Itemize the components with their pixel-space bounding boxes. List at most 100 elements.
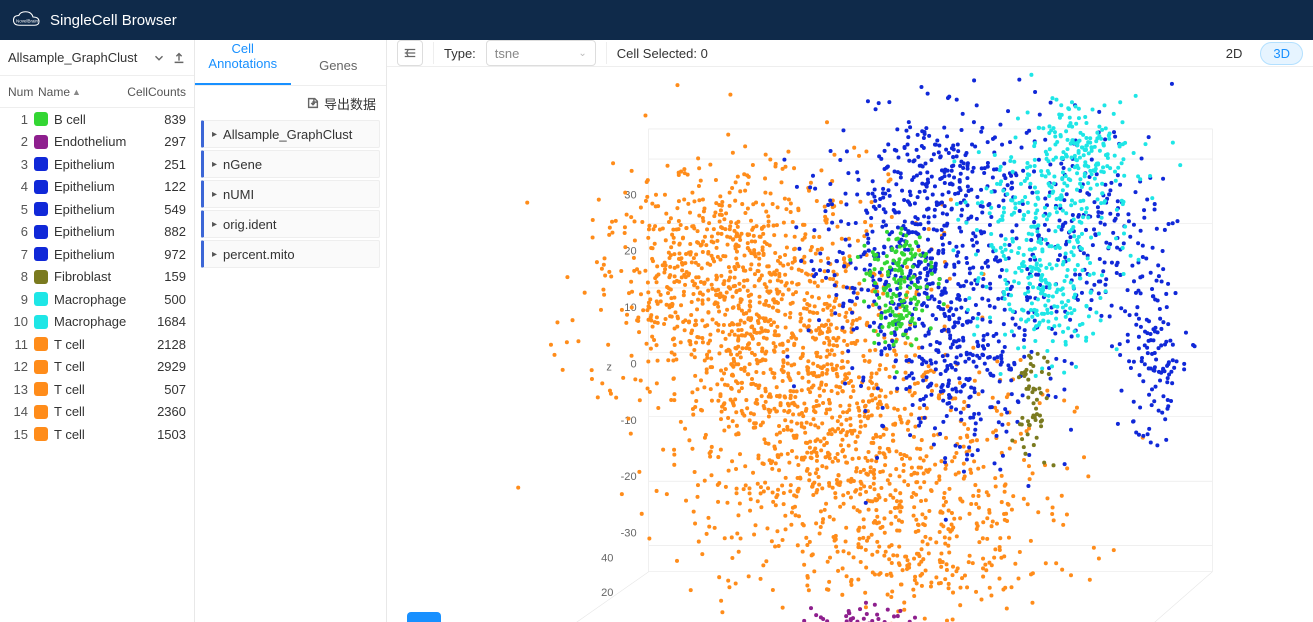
cluster-color-swatch (34, 360, 48, 374)
cluster-name: Epithelium (54, 247, 130, 262)
cluster-name: Macrophage (54, 314, 130, 329)
scatter-3d-plot[interactable]: 3020100-10-20-30z40200x (387, 67, 1313, 622)
sort-asc-icon: ▲ (72, 87, 81, 97)
col-num[interactable]: Num (8, 85, 38, 99)
cloud-logo-icon: NovelBrain (12, 8, 42, 32)
cluster-num: 3 (8, 157, 34, 172)
caret-right-icon: ▸ (212, 189, 217, 200)
cluster-row[interactable]: 12 T cell 2929 (0, 356, 194, 379)
app-logo: NovelBrain SingleCell Browser (12, 8, 177, 32)
cluster-row[interactable]: 1 B cell 839 (0, 108, 194, 131)
cluster-name: Epithelium (54, 224, 130, 239)
cluster-count: 882 (130, 224, 186, 239)
annotation-label: nUMI (223, 187, 254, 202)
cluster-num: 13 (8, 382, 34, 397)
export-icon (306, 96, 320, 110)
tab-cell-annotations[interactable]: Cell Annotations (195, 40, 291, 85)
cluster-count: 2128 (130, 337, 186, 352)
dimension-toggle: 2D 3D (1214, 42, 1303, 65)
plot-panel: Type: tsne ⌄ Cell Selected: 0 2D 3D 3020… (387, 40, 1313, 622)
caret-right-icon: ▸ (212, 249, 217, 260)
toolbar-separator (433, 42, 434, 64)
annotation-item[interactable]: ▸ Allsample_GraphClust (201, 120, 380, 148)
cluster-num: 5 (8, 202, 34, 217)
dim-3d-button[interactable]: 3D (1260, 42, 1303, 65)
cluster-count: 972 (130, 247, 186, 262)
cluster-color-swatch (34, 247, 48, 261)
chevron-down-icon[interactable] (152, 51, 166, 65)
cluster-row[interactable]: 4 Epithelium 122 (0, 176, 194, 199)
cluster-color-swatch (34, 270, 48, 284)
toolbar-separator (606, 42, 607, 64)
panel-collapse-button[interactable] (397, 40, 423, 66)
annotation-item[interactable]: ▸ nUMI (201, 180, 380, 208)
tab-genes[interactable]: Genes (291, 46, 387, 85)
upload-icon[interactable] (172, 51, 186, 65)
annotation-item[interactable]: ▸orig.ident (201, 210, 380, 238)
cluster-num: 11 (8, 337, 34, 352)
caret-right-icon: ▸ (212, 159, 217, 170)
cluster-num: 15 (8, 427, 34, 442)
caret-right-icon: ▸ (212, 219, 217, 230)
cluster-num: 2 (8, 134, 34, 149)
cluster-color-swatch (34, 405, 48, 419)
cluster-color-swatch (34, 337, 48, 351)
app-header: NovelBrain SingleCell Browser (0, 0, 1313, 40)
cluster-name: T cell (54, 337, 130, 352)
cluster-num: 1 (8, 112, 34, 127)
cluster-name: T cell (54, 382, 130, 397)
svg-text:40: 40 (601, 553, 613, 565)
cluster-row[interactable]: 9 Macrophage 500 (0, 288, 194, 311)
annotation-list: ▸ Allsample_GraphClust ▸ nGene ▸ nUMI ▸orig.id… (195, 120, 386, 622)
cluster-row[interactable]: 6 Epithelium 882 (0, 221, 194, 244)
cluster-row[interactable]: 10 Macrophage 1684 (0, 311, 194, 334)
cluster-num: 8 (8, 269, 34, 284)
cluster-num: 6 (8, 224, 34, 239)
scroll-top-button[interactable] (407, 612, 441, 622)
cluster-row[interactable]: 8 Fibroblast 159 (0, 266, 194, 289)
cluster-row[interactable]: 3 Epithelium 251 (0, 153, 194, 176)
cluster-row[interactable]: 2 Endothelium 297 (0, 131, 194, 154)
cluster-row[interactable]: 13 T cell 507 (0, 378, 194, 401)
dataset-selector-row: Allsample_GraphClust (0, 40, 194, 76)
cluster-row[interactable]: 14 T cell 2360 (0, 401, 194, 424)
caret-right-icon: ▸ (212, 129, 217, 140)
cluster-color-swatch (34, 382, 48, 396)
cell-selected-label: Cell Selected: 0 (617, 46, 708, 61)
dataset-name: Allsample_GraphClust (8, 50, 146, 65)
svg-text:z: z (606, 361, 612, 373)
cluster-row[interactable]: 15 T cell 1503 (0, 423, 194, 446)
cluster-count: 2360 (130, 404, 186, 419)
svg-text:0: 0 (630, 358, 636, 370)
cluster-row[interactable]: 11 T cell 2128 (0, 333, 194, 356)
annotation-label: nGene (223, 157, 262, 172)
export-data-row[interactable]: 导出数据 (195, 86, 386, 120)
cluster-row[interactable]: 5 Epithelium 549 (0, 198, 194, 221)
cluster-num: 7 (8, 247, 34, 262)
cluster-count: 251 (130, 157, 186, 172)
svg-text:-20: -20 (621, 471, 637, 483)
cluster-color-swatch (34, 112, 48, 126)
col-cellcounts[interactable]: CellCounts (126, 85, 186, 99)
cluster-color-swatch (34, 135, 48, 149)
cluster-num: 4 (8, 179, 34, 194)
type-select[interactable]: tsne ⌄ (486, 40, 596, 66)
cluster-count: 839 (130, 112, 186, 127)
export-label: 导出数据 (324, 94, 376, 113)
annotation-item[interactable]: ▸ nGene (201, 150, 380, 178)
annotation-label: Allsample_GraphClust (223, 127, 352, 142)
col-name[interactable]: Name ▲ (38, 85, 126, 99)
cluster-color-swatch (34, 157, 48, 171)
plot-area[interactable]: 3020100-10-20-30z40200x (387, 67, 1313, 622)
dim-2d-button[interactable]: 2D (1214, 43, 1255, 64)
cluster-count: 297 (130, 134, 186, 149)
cluster-name: T cell (54, 427, 130, 442)
svg-text:-30: -30 (621, 528, 637, 540)
plot-toolbar: Type: tsne ⌄ Cell Selected: 0 2D 3D (387, 40, 1313, 67)
cluster-color-swatch (34, 292, 48, 306)
chevron-down-icon: ⌄ (578, 48, 586, 59)
cluster-name: T cell (54, 404, 130, 419)
cluster-row[interactable]: 7 Epithelium 972 (0, 243, 194, 266)
annotation-item[interactable]: ▸percent.mito (201, 240, 380, 268)
annotations-panel: Cell Annotations Genes 导出数据 ▸ Allsample_G… (195, 40, 387, 622)
